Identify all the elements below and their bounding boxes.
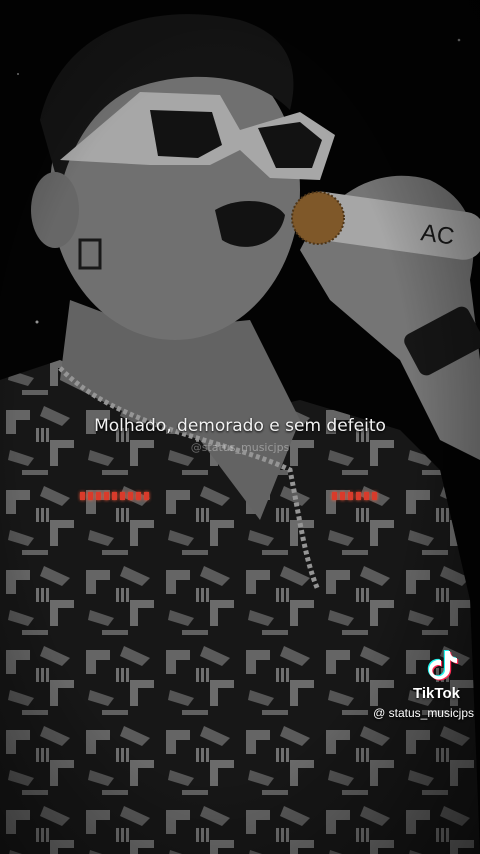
lyric-line: Molhado, demorado e sem defeito <box>94 416 386 436</box>
tiktok-brand: TikTok <box>413 685 460 702</box>
audio-visualizer-right <box>332 491 377 501</box>
audio-visualizer-left <box>80 491 149 501</box>
tiktok-note-icon <box>427 650 459 681</box>
tiktok-handle[interactable]: @ status_musicjps <box>373 706 474 720</box>
lyric-watermark: @status_musicjps <box>190 441 290 454</box>
video-frame[interactable]: AC Molhado, demorado e sem defeito @stat… <box>0 0 480 854</box>
